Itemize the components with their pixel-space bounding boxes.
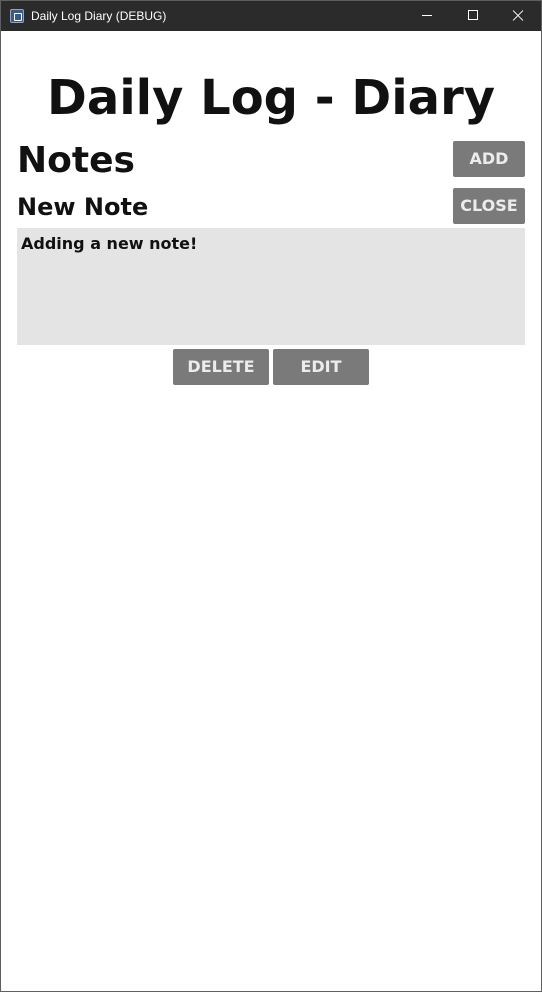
- maximize-icon[interactable]: [450, 1, 496, 31]
- add-button[interactable]: ADD: [453, 141, 525, 177]
- close-note-button[interactable]: CLOSE: [453, 188, 525, 224]
- edit-button[interactable]: EDIT: [273, 349, 369, 385]
- app-icon: [10, 9, 24, 23]
- app-window: Daily Log Diary (DEBUG) Daily Log - Diar…: [0, 0, 542, 992]
- notes-heading: Notes: [17, 140, 135, 181]
- note-text-field[interactable]: Adding a new note!: [17, 228, 525, 345]
- close-icon[interactable]: [495, 1, 541, 31]
- minimize-icon[interactable]: [404, 1, 450, 31]
- title-bar[interactable]: Daily Log Diary (DEBUG): [1, 1, 541, 31]
- page-title: Daily Log - Diary: [46, 70, 496, 126]
- new-note-heading: New Note: [17, 193, 149, 221]
- delete-button[interactable]: DELETE: [173, 349, 269, 385]
- note-text: Adding a new note!: [21, 234, 198, 253]
- window-title: Daily Log Diary (DEBUG): [31, 9, 167, 23]
